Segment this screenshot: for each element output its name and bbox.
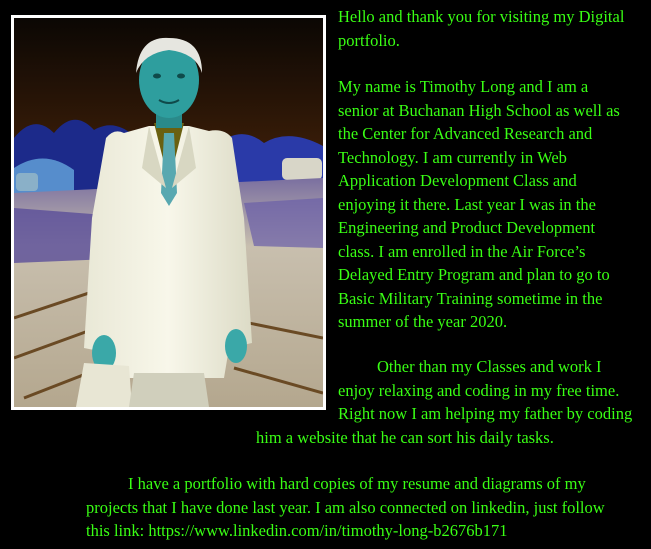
portfolio-line: I have a portfolio with hard copies of m…: [128, 474, 586, 493]
hobbies-paragraph: Other than my Classes and work I enjoy r…: [256, 355, 632, 449]
bio-paragraph: My name is Timothy Long and I am a senio…: [338, 75, 620, 334]
hobbies-line: Other than my Classes and work I: [377, 357, 602, 376]
portfolio-paragraph: I have a portfolio with hard copies of m…: [86, 472, 605, 543]
hobbies-line: him a website that he can sort his daily…: [256, 427, 554, 447]
bio-line: the Center for Advanced Research and: [338, 124, 593, 143]
intro-line: portfolio.: [338, 30, 400, 50]
portrait-photo: [11, 15, 326, 410]
bio-line: Application Development Class and: [338, 171, 577, 190]
bio-line: summer of the year 2020.: [338, 312, 508, 331]
bio-line: Technology. I am currently in Web: [338, 147, 567, 167]
linkedin-link-line[interactable]: this link: https://www.linkedin.com/in/t…: [86, 519, 605, 543]
hobbies-line: enjoy relaxing and coding in my free tim…: [338, 380, 620, 400]
hobbies-line: Right now I am helping my father by codi…: [338, 404, 633, 423]
bio-line: senior at Buchanan High School as well a…: [338, 100, 620, 120]
intro-paragraph: Hello and thank you for visiting my Digi…: [338, 5, 624, 52]
bio-line: class. I am enrolled in the Air Force’s: [338, 241, 586, 261]
bio-line: Basic Military Training sometime in the: [338, 288, 603, 308]
portfolio-line: projects that I have done last year. I a…: [86, 497, 605, 517]
portrait-image: [14, 18, 323, 407]
bio-line: My name is Timothy Long and I am a: [338, 77, 589, 96]
intro-line: Hello and thank you for visiting my Digi…: [338, 7, 625, 26]
bio-line: enjoying it there. Last year I was in th…: [338, 194, 596, 214]
bio-line: Delayed Entry Program and plan to go to: [338, 265, 610, 284]
bio-line: Engineering and Product Development: [338, 218, 596, 237]
